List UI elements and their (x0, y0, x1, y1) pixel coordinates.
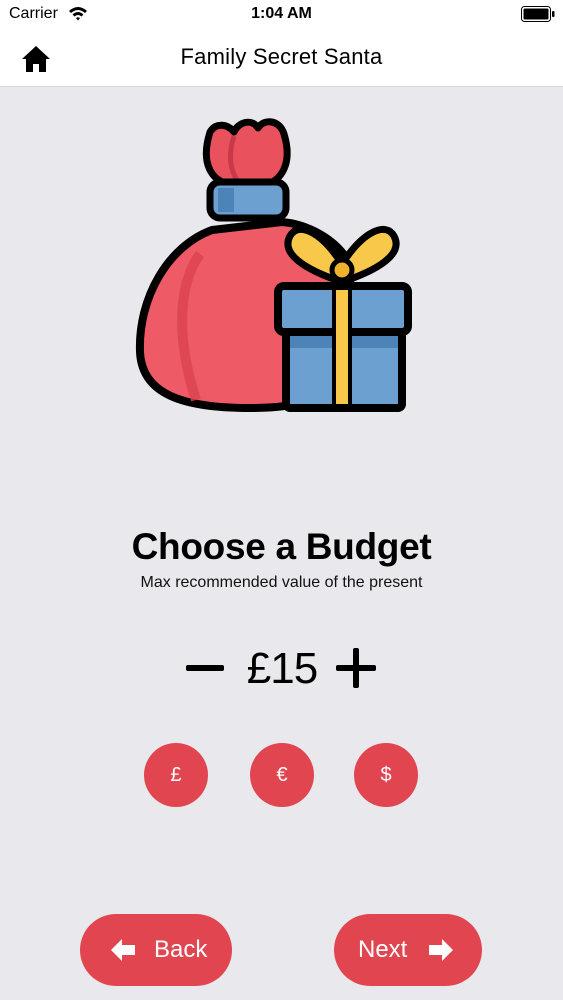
navigation-bar: Family Secret Santa (0, 30, 563, 87)
status-time: 1:04 AM (251, 5, 312, 22)
pound-currency-button[interactable]: £ (144, 743, 208, 807)
budget-stepper: £15 (0, 640, 563, 700)
next-button-label: Next (358, 936, 408, 963)
budget-subheading: Max recommended value of the present (140, 574, 423, 591)
next-button[interactable]: Next (334, 914, 482, 986)
status-bar: Carrier 1:04 AM (0, 0, 563, 30)
santa-sack-gift-illustration (135, 118, 412, 412)
budget-amount: £15 (246, 644, 318, 693)
back-button-label: Back (154, 936, 208, 963)
arrow-right-icon (429, 939, 453, 961)
page-title: Family Secret Santa (180, 44, 383, 69)
dollar-currency-button[interactable]: $ (354, 743, 418, 807)
euro-currency-button[interactable]: € (250, 743, 314, 807)
battery-icon (521, 6, 555, 22)
arrow-left-icon (111, 939, 135, 961)
budget-heading: Choose a Budget (131, 526, 432, 567)
plus-icon[interactable] (336, 648, 376, 688)
back-button[interactable]: Back (80, 914, 232, 986)
minus-icon[interactable] (186, 665, 224, 671)
